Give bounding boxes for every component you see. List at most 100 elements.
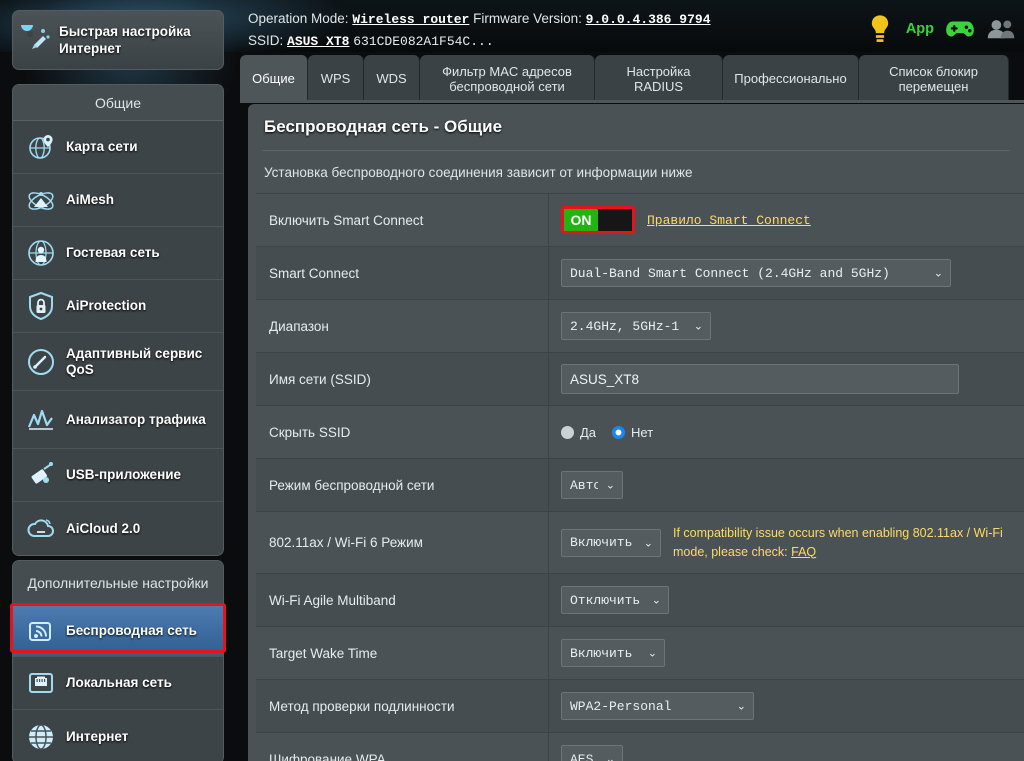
sidebar-group-general-title: Общие [13,85,223,121]
wireless-settings-table: Включить Smart Connect ON Правило Smart … [256,193,1024,761]
sidebar-item-label: Карта сети [66,139,138,154]
quick-setup-label: Быстрая настройка Интернет [59,24,191,56]
row-label: Smart Connect [256,247,549,299]
sidebar-group-advanced: Дополнительные настройки Беспроводная се… [12,560,224,761]
ssid-value[interactable]: ASUS_XT8 [287,34,349,49]
table-row: Метод проверки подлинности WPA2-Personal… [256,680,1024,733]
content-panel: Беспроводная сеть - Общие Установка бесп… [248,104,1024,761]
sidebar-item-aicloud[interactable]: AiCloud 2.0 [13,502,223,555]
quick-internet-setup-button[interactable]: Быстрая настройка Интернет [12,10,224,70]
speedometer-icon [26,347,56,377]
operation-mode-value[interactable]: Wireless router [352,12,469,27]
target-wake-time-select[interactable]: Включить [561,639,665,667]
sidebar-item-lan[interactable]: Локальная сеть [13,657,223,710]
alert-lamp-icon[interactable] [865,14,895,44]
usb-icon [26,460,56,490]
ax-mode-select[interactable]: Включить [561,528,661,557]
sidebar-group-advanced-title: Дополнительные настройки [13,561,223,605]
radio-label: Да [580,424,597,440]
sidebar-item-network-map[interactable]: Карта сети [13,121,223,174]
aimesh-icon [26,185,56,215]
toggle-on-label: ON [564,209,598,231]
row-value: Да Нет [549,406,1024,458]
wpa-encryption-select-wrap: AES ⌄ [561,745,623,761]
page-description: Установка беспроводного соединения завис… [264,164,693,180]
target-wake-time-select-wrap: Включить ⌄ [561,639,665,667]
row-label: Шифрование WPA [256,733,549,761]
wpa-encryption-select[interactable]: AES [561,745,623,761]
auth-method-select-wrap: WPA2-Personal ⌄ [561,692,754,720]
sidebar-item-label: Гостевая сеть [66,245,160,260]
app-label[interactable]: App [906,21,934,37]
smart-connect-select-wrap: Dual-Band Smart Connect (2.4GHz and 5GHz… [561,259,951,287]
tab-professional[interactable]: Профессионально [723,55,859,102]
row-value: AES ⌄ [549,733,1024,761]
sidebar-item-aiprotection[interactable]: AiProtection [13,280,223,333]
tab-obshchie[interactable]: Общие [240,55,308,102]
sidebar-item-wireless[interactable]: Беспроводная сеть [13,605,223,657]
sidebar: Быстрая настройка Интернет Общие Карта с… [0,0,240,761]
row-value: 2.4GHz, 5GHz-1 ⌄ [549,300,1024,352]
radio-label: Нет [631,424,654,440]
sidebar-item-label: Локальная сеть [66,675,172,690]
smart-connect-select[interactable]: Dual-Band Smart Connect (2.4GHz and 5GHz… [561,259,951,287]
sidebar-item-internet[interactable]: Интернет [13,710,223,761]
page-title: Беспроводная сеть - Общие [264,117,503,136]
sidebar-item-guest-network[interactable]: Гостевая сеть [13,227,223,280]
table-row: Smart Connect Dual-Band Smart Connect (2… [256,247,1024,300]
traffic-analyzer-icon [26,405,56,435]
tab-blocked-list[interactable]: Список блокир перемещен [859,55,1009,102]
wireless-mode-select[interactable]: Авто [561,471,623,499]
table-row: Wi-Fi Agile Multiband Отключить ⌄ [256,574,1024,627]
hide-ssid-radio-yes[interactable]: Да [561,425,596,440]
auth-method-select[interactable]: WPA2-Personal [561,692,754,720]
tab-mac-filter[interactable]: Фильтр MAC адресов беспроводной сети [420,55,595,102]
row-value: ON Правило Smart Connect [549,194,1024,246]
ssid-input[interactable] [561,364,959,394]
sidebar-item-adaptive-qos[interactable]: Адаптивный сервис QoS [13,333,223,391]
table-row: Скрыть SSID Да Нет [256,406,1024,459]
users-icon[interactable] [986,14,1016,44]
cloud-icon [26,514,56,544]
firmware-value[interactable]: 9.0.0.4.386_9794 [586,12,711,27]
faq-link[interactable]: FAQ [791,545,816,559]
smart-connect-toggle[interactable]: ON [561,206,635,234]
sidebar-item-traffic-analyzer[interactable]: Анализатор трафика [13,391,223,449]
table-row: Target Wake Time Включить ⌄ [256,627,1024,680]
smart-connect-rule-link[interactable]: Правило Smart Connect [647,213,811,228]
row-value: Dual-Band Smart Connect (2.4GHz and 5GHz… [549,247,1024,299]
ax-hint-line1: If compatibility issue occurs when enabl… [673,525,1003,540]
globe-icon [26,722,56,752]
toggle-knob [598,209,632,231]
shield-lock-icon [26,291,56,321]
wireless-icon [26,616,56,646]
row-label: Wi-Fi Agile Multiband [256,574,549,626]
tab-radius[interactable]: Настройка RADIUS [595,55,723,102]
tab-wps[interactable]: WPS [308,55,364,102]
row-label: Имя сети (SSID) [256,353,549,405]
table-row: Режим беспроводной сети Авто ⌄ [256,459,1024,512]
agile-multiband-select-wrap: Отключить ⌄ [561,586,669,614]
quick-setup-wand-icon [21,25,51,55]
router-admin-page: Operation Mode: Wireless router Firmware… [0,0,1024,761]
ax-hint-line2: mode, please check: [673,544,792,559]
row-label: 802.11ax / Wi-Fi 6 Режим [256,512,549,573]
row-label: Скрыть SSID [256,406,549,458]
header-line-ssid: SSID: ASUS_XT8 631CDE082A1F54C... [248,30,888,52]
row-value: Авто ⌄ [549,459,1024,511]
tab-wds[interactable]: WDS [364,55,420,102]
band-select[interactable]: 2.4GHz, 5GHz-1 [561,312,711,340]
mac-value: 631CDE082A1F54C... [353,34,494,49]
hide-ssid-radio-no[interactable]: Нет [612,425,653,440]
sidebar-item-usb-application[interactable]: USB-приложение [13,449,223,502]
wireless-mode-select-wrap: Авто ⌄ [561,471,623,499]
agile-multiband-select[interactable]: Отключить [561,586,669,614]
ax-mode-hint: If compatibility issue occurs when enabl… [673,524,1003,562]
sidebar-item-aimesh[interactable]: AiMesh [13,174,223,227]
row-label: Диапазон [256,300,549,352]
sidebar-item-label: AiMesh [66,192,115,207]
firmware-label: Firmware Version: [473,11,582,26]
gamepad-icon[interactable] [945,14,975,44]
row-label: Метод проверки подлинности [256,680,549,732]
sidebar-item-label: Адаптивный сервис QoS [66,345,203,377]
